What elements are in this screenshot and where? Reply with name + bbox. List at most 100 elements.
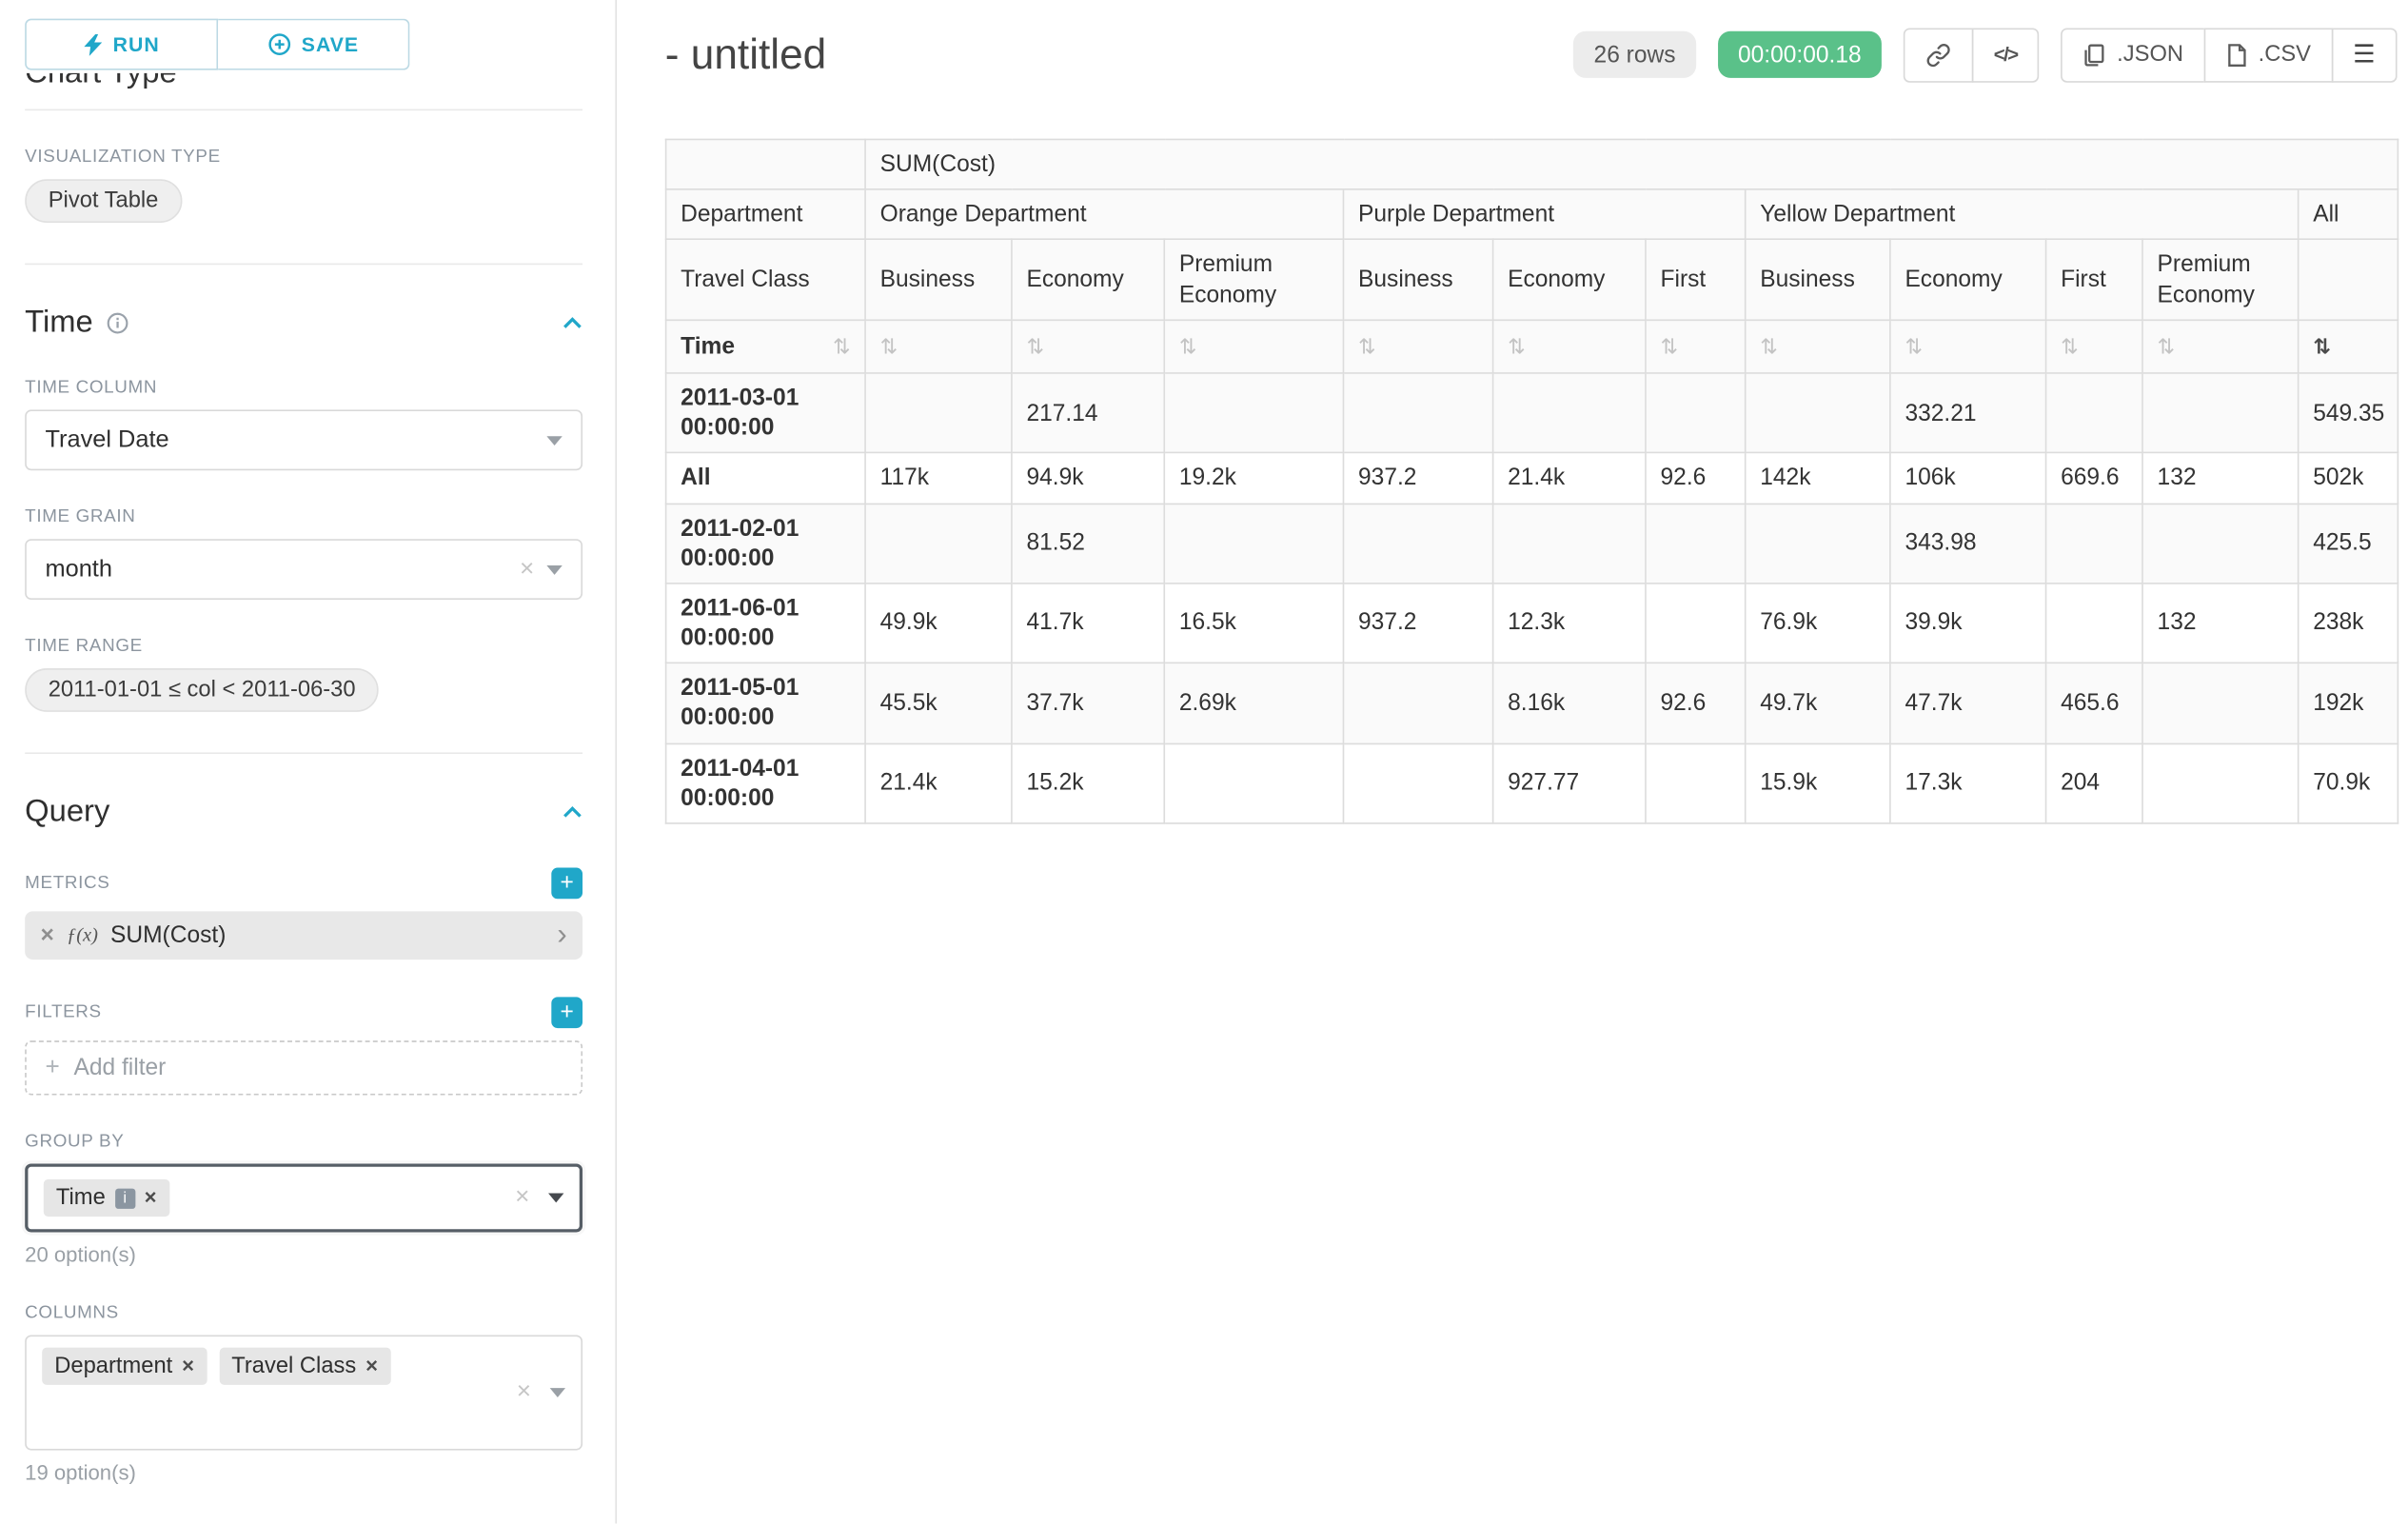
chevron-up-icon[interactable] [563,316,582,330]
sort-header-cell[interactable]: ⇅ [1493,320,1646,373]
chevron-right-icon[interactable]: › [557,920,566,950]
export-csv-button[interactable]: .CSV [2203,28,2333,82]
value-cell [1343,663,1492,743]
columns-chip[interactable]: Travel Class × [219,1348,390,1385]
columns-options-hint: 19 option(s) [25,1461,582,1485]
sort-header-cell[interactable]: ⇅ [1343,320,1492,373]
sort-header-cell[interactable]: ⇅ [1646,320,1746,373]
link-icon [1925,41,1952,68]
time-grain-select[interactable]: month × [25,539,582,600]
sort-header-cell[interactable]: ⇅ [2299,320,2398,373]
value-cell: 21.4k [1493,453,1646,504]
clear-icon[interactable]: × [520,557,534,582]
value-cell: 669.6 [2046,453,2142,504]
value-cell: 81.52 [1012,504,1164,584]
clipboard-icon [2082,43,2106,67]
remove-chip-icon[interactable]: × [145,1187,157,1208]
metric-header-row: SUM(Cost) [666,139,2398,189]
row-label: All [666,453,865,504]
query-section-header[interactable]: Query [25,795,582,831]
sort-icon[interactable]: ⇅ [1661,336,1679,357]
sort-icon[interactable]: ⇅ [1026,336,1044,357]
columns-chip-label: Department [54,1354,172,1378]
value-cell: 465.6 [2046,663,2142,743]
add-filter-button[interactable]: + Add filter [25,1040,582,1095]
value-cell: 49.7k [1746,663,1890,743]
row-axis-header[interactable]: Time ⇅ [666,320,865,373]
group-by-select[interactable]: Time i × × [25,1163,582,1232]
info-badge-icon: i [115,1188,135,1208]
chevron-up-icon[interactable] [563,805,582,820]
value-cell: 142k [1746,453,1890,504]
value-cell [1343,504,1492,584]
remove-metric-icon[interactable]: × [41,922,54,949]
sort-icon[interactable]: ⇅ [1358,336,1376,357]
sort-icon[interactable]: ⇅ [1179,336,1197,357]
export-json-button[interactable]: .JSON [2061,28,2205,82]
remove-chip-icon[interactable]: × [365,1356,378,1376]
time-range-label: TIME RANGE [25,637,582,656]
sort-icon[interactable]: ⇅ [880,336,898,357]
table-row: 2011-03-01 00:00:00217.14332.21549.35 [666,373,2398,453]
value-cell [2142,504,2299,584]
add-metric-button[interactable]: + [551,868,582,900]
clear-icon[interactable]: × [517,1380,531,1405]
sort-header-cell[interactable]: ⇅ [2046,320,2142,373]
value-cell: 204 [2046,743,2142,823]
subcolumn-header: First [2046,240,2142,320]
sort-header-cell[interactable]: ⇅ [1890,320,2046,373]
time-section-header[interactable]: Time [25,306,582,342]
sort-header-cell[interactable]: ⇅ [1164,320,1343,373]
sort-icon[interactable]: ⇅ [2313,336,2331,357]
visualization-type-pill[interactable]: Pivot Table [25,179,182,223]
value-cell: 47.7k [1890,663,2046,743]
sort-header-cell[interactable]: ⇅ [865,320,1012,373]
value-cell: 70.9k [2299,743,2398,823]
add-filter-plus-button[interactable]: + [551,997,582,1028]
value-cell [1646,584,1746,663]
group-by-options-hint: 20 option(s) [25,1243,582,1267]
group-header: Orange Department [865,189,1343,240]
view-query-button[interactable]: </> [1972,28,2039,82]
sort-header-cell[interactable]: ⇅ [2142,320,2299,373]
value-cell: 8.16k [1493,663,1646,743]
time-column-select[interactable]: Travel Date [25,409,582,470]
group-header: Yellow Department [1746,189,2299,240]
sort-header-cell[interactable]: ⇅ [1746,320,1890,373]
sort-icon[interactable]: ⇅ [2061,336,2079,357]
save-button[interactable]: SAVE [218,19,409,70]
sort-icon[interactable]: ⇅ [1760,336,1778,357]
share-link-button[interactable] [1904,28,1974,82]
sort-icon[interactable]: ⇅ [2158,336,2176,357]
group-by-label: GROUP BY [25,1133,582,1152]
metric-header: SUM(Cost) [865,139,2398,189]
columns-chip[interactable]: Department × [42,1348,207,1385]
columns-select[interactable]: Department × Travel Class × × [25,1335,582,1450]
remove-chip-icon[interactable]: × [182,1356,194,1376]
value-cell: 15.2k [1012,743,1164,823]
row-label: 2011-04-01 00:00:00 [666,743,865,823]
run-button-label: RUN [113,32,160,56]
sort-icon[interactable]: ⇅ [1508,336,1526,357]
clear-icon[interactable]: × [515,1185,529,1210]
columns-chip-label: Travel Class [231,1354,356,1378]
value-cell [865,504,1012,584]
run-button[interactable]: RUN [25,19,218,70]
value-cell: 217.14 [1012,373,1164,453]
value-cell: 106k [1890,453,2046,504]
menu-button[interactable]: ☰ [2331,28,2397,82]
metric-chip[interactable]: × ƒ(x) SUM(Cost) › [25,911,582,960]
group-by-chip[interactable]: Time i × [44,1179,169,1217]
sort-icon[interactable]: ⇅ [833,336,851,357]
value-cell [1746,373,1890,453]
filters-label: FILTERS [25,1003,102,1022]
value-cell [1164,373,1343,453]
sort-header-cell[interactable]: ⇅ [1012,320,1164,373]
metrics-label: METRICS [25,874,109,893]
value-cell: 332.21 [1890,373,2046,453]
sort-icon[interactable]: ⇅ [1905,336,1923,357]
value-cell: 19.2k [1164,453,1343,504]
time-range-pill[interactable]: 2011-01-01 ≤ col < 2011-06-30 [25,668,379,712]
plus-icon: + [45,1054,59,1081]
value-cell: 937.2 [1343,584,1492,663]
